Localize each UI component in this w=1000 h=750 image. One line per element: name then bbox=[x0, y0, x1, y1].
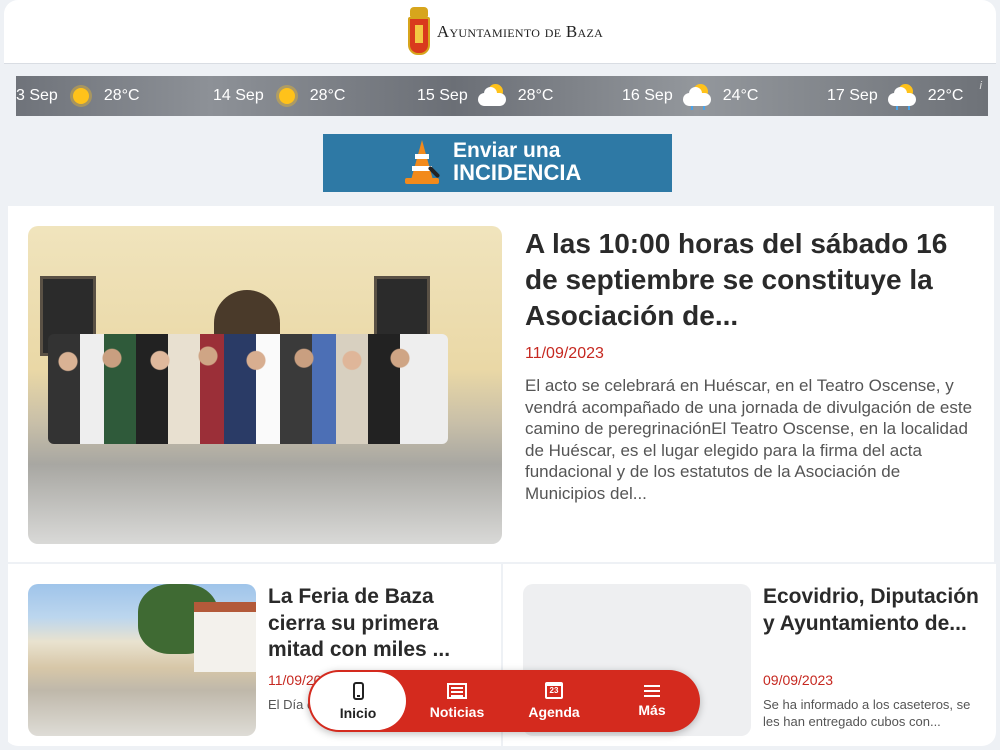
weather-temp: 22°C bbox=[927, 87, 964, 104]
send-incident-button[interactable]: Enviar una INCIDENCIA bbox=[323, 134, 672, 192]
featured-news-card[interactable]: A las 10:00 horas del sábado 16 de septi… bbox=[8, 206, 994, 562]
featured-news-excerpt: El acto se celebrará en Huéscar, en el T… bbox=[525, 376, 973, 503]
news-title[interactable]: La Feria de Baza cierra su primera mitad… bbox=[268, 584, 488, 664]
town-crest-icon bbox=[407, 6, 431, 57]
sun-icon bbox=[274, 83, 300, 109]
incident-label-line1: Enviar una bbox=[453, 139, 561, 162]
newspaper-icon bbox=[447, 682, 467, 699]
cloud-rain-sun-icon bbox=[682, 83, 713, 110]
featured-news-text: A las 10:00 horas del sábado 16 de septi… bbox=[525, 226, 975, 504]
phone-icon bbox=[352, 681, 364, 700]
featured-news-title[interactable]: A las 10:00 horas del sábado 16 de septi… bbox=[525, 226, 975, 334]
weather-date: 3 Sep bbox=[16, 87, 58, 104]
weather-day: 3 Sep 28°C bbox=[16, 76, 140, 116]
featured-news-photo bbox=[28, 226, 502, 544]
weather-temp: 28°C bbox=[517, 87, 554, 104]
bottom-navigation: Inicio Noticias 23 Agenda Más bbox=[308, 670, 700, 732]
logo-text: Ayuntamiento de Baza bbox=[436, 21, 604, 41]
featured-news-date: 11/09/2023 bbox=[525, 345, 604, 362]
traffic-cone-icon bbox=[405, 140, 441, 186]
nav-item-agenda[interactable]: 23 Agenda bbox=[505, 670, 603, 732]
nav-item-mas[interactable]: Más bbox=[603, 670, 701, 732]
news-photo bbox=[28, 584, 256, 736]
news-title[interactable]: Ecovidrio, Diputación y Ayuntamiento de.… bbox=[763, 584, 983, 664]
weather-day: 16 Sep 24°C bbox=[622, 76, 758, 116]
nav-item-noticias[interactable]: Noticias bbox=[408, 670, 506, 732]
weather-day: 14 Sep 28°C bbox=[213, 76, 345, 116]
news-text: Ecovidrio, Diputación y Ayuntamiento de.… bbox=[763, 584, 983, 730]
app-screen: Ayuntamiento de Baza 3 Sep 28°C 14 Sep 2… bbox=[4, 0, 996, 746]
partly-cloudy-icon bbox=[477, 83, 508, 109]
logo[interactable]: Ayuntamiento de Baza bbox=[407, 6, 604, 57]
weather-strip: 3 Sep 28°C 14 Sep 28°C 15 Sep 28°C 16 Se… bbox=[16, 76, 988, 116]
nav-label: Más bbox=[638, 701, 666, 718]
weather-temp: 24°C bbox=[722, 87, 759, 104]
nav-label: Noticias bbox=[429, 703, 485, 720]
incident-label-line2: INCIDENCIA bbox=[453, 160, 582, 185]
weather-date: 15 Sep bbox=[417, 87, 468, 104]
weather-day: 15 Sep 28°C bbox=[417, 76, 553, 116]
weather-date: 17 Sep bbox=[827, 87, 878, 104]
weather-date: 16 Sep bbox=[622, 87, 673, 104]
nav-item-inicio[interactable]: Inicio bbox=[310, 672, 406, 730]
news-date: 09/09/2023 bbox=[763, 672, 834, 688]
weather-info-icon[interactable]: i bbox=[980, 80, 982, 92]
weather-temp: 28°C bbox=[309, 87, 346, 104]
app-header: Ayuntamiento de Baza bbox=[4, 0, 996, 64]
nav-label: Agenda bbox=[528, 704, 580, 720]
calendar-icon: 23 bbox=[545, 682, 563, 699]
nav-label: Inicio bbox=[339, 704, 377, 721]
incident-label: Enviar una INCIDENCIA bbox=[453, 140, 581, 184]
weather-day: 17 Sep 22°C bbox=[827, 76, 963, 116]
weather-temp: 28°C bbox=[103, 87, 140, 104]
sun-icon bbox=[68, 83, 94, 109]
menu-icon bbox=[644, 684, 660, 697]
cloud-rain-sun-icon bbox=[887, 83, 918, 110]
weather-date: 14 Sep bbox=[213, 87, 264, 104]
news-excerpt: Se ha informado a los caseteros, se les … bbox=[763, 697, 971, 729]
